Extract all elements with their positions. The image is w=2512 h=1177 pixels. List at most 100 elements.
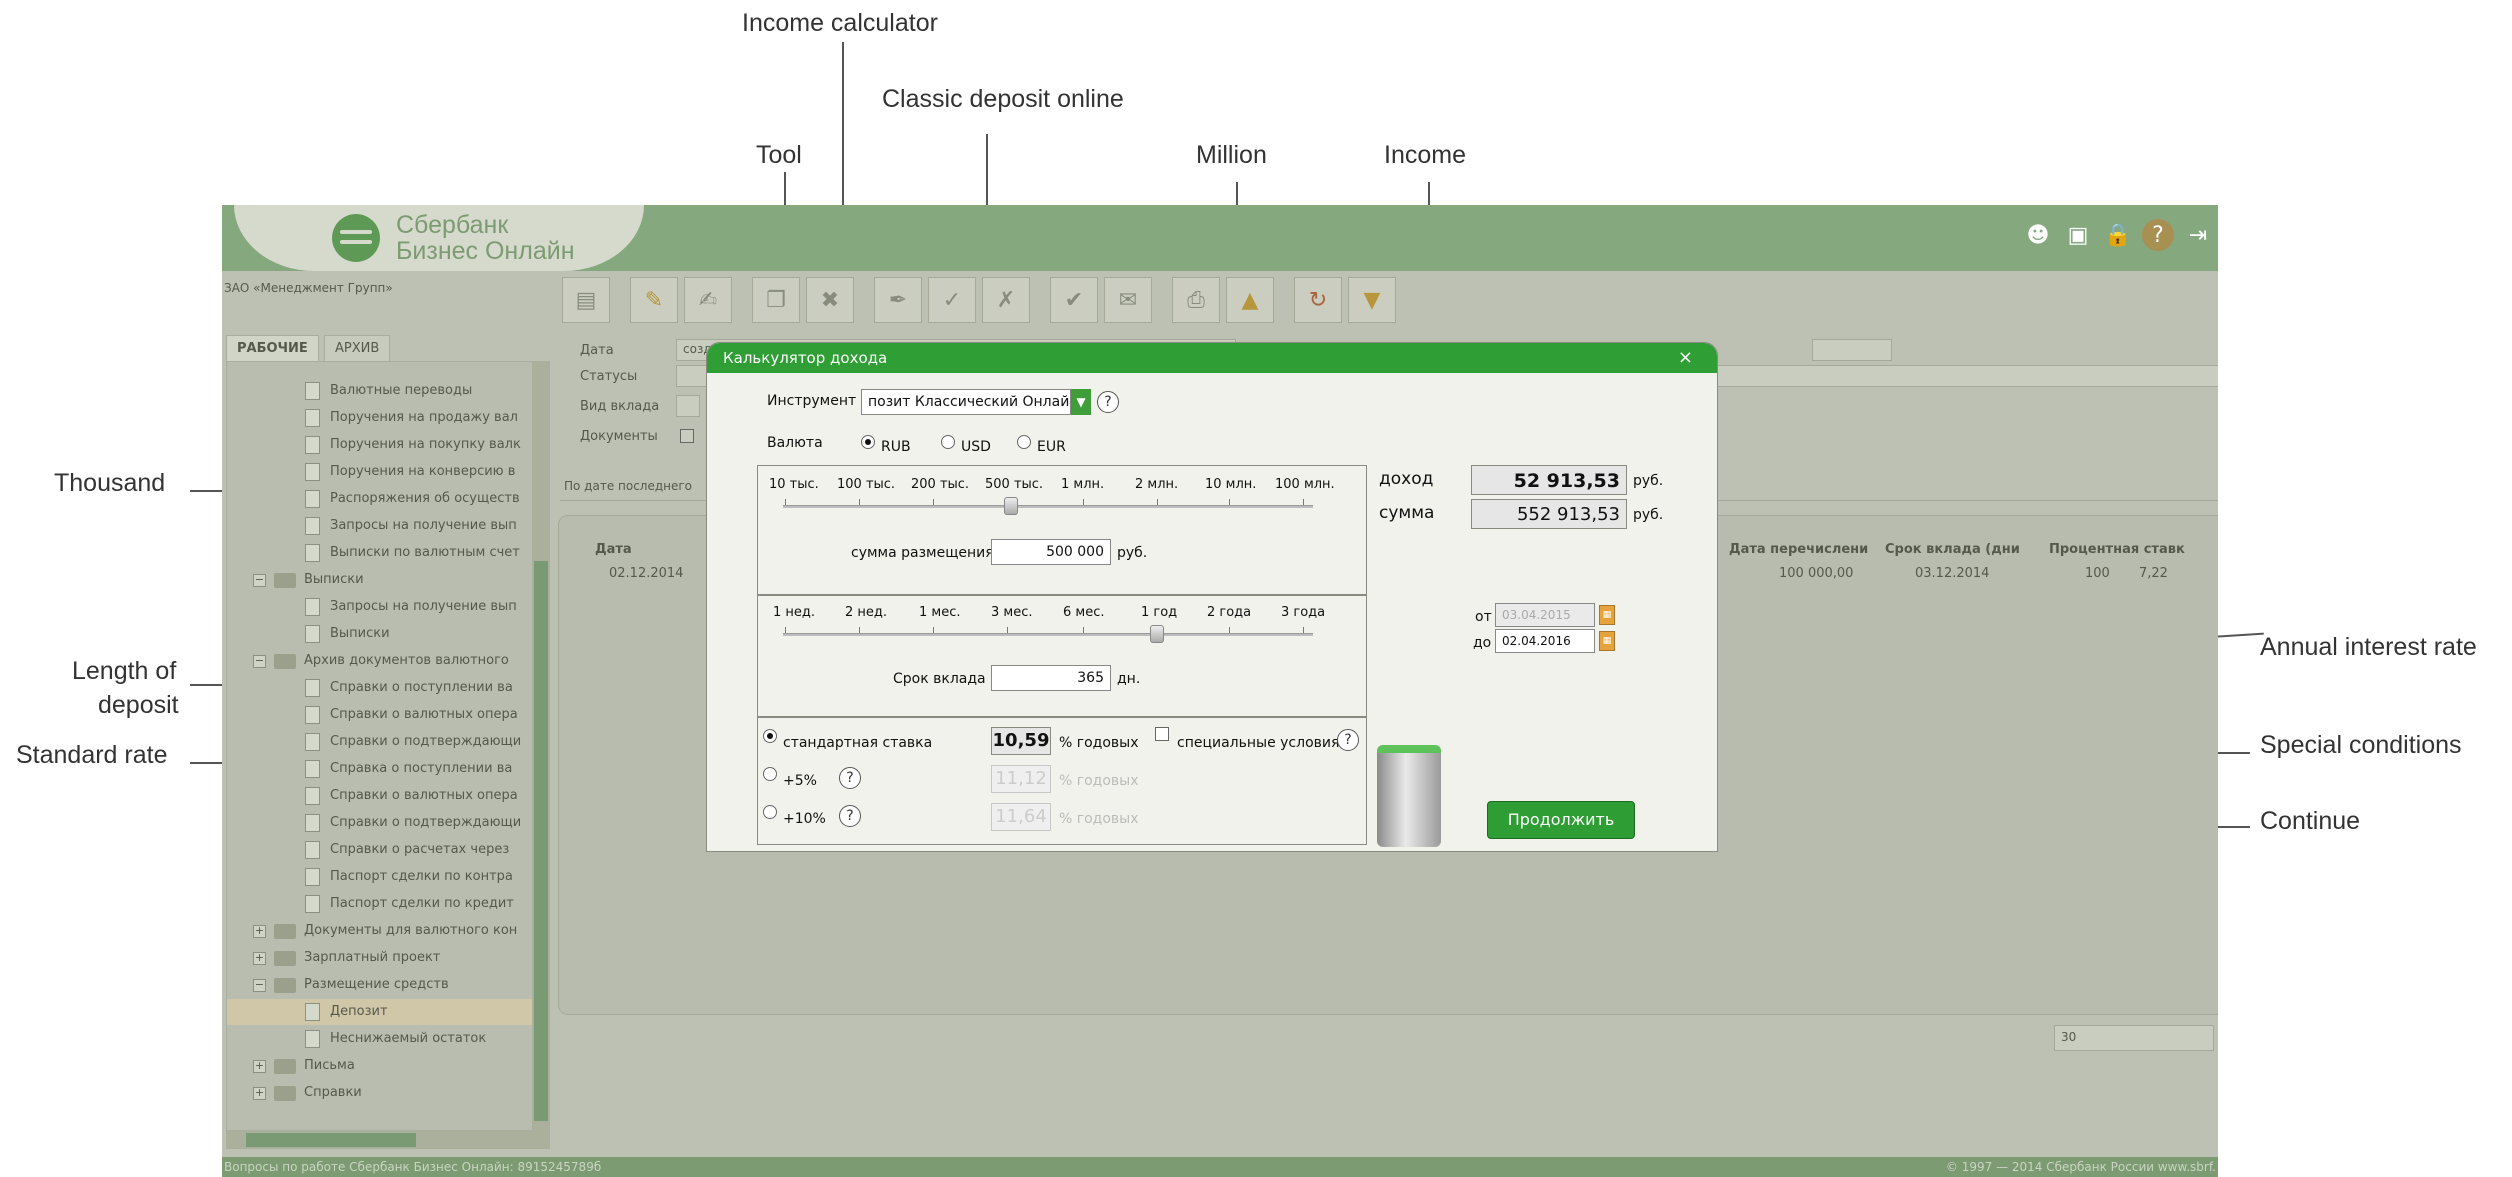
filter-button[interactable]: ▼ (1348, 277, 1396, 323)
export-button[interactable]: ▲ (1226, 277, 1274, 323)
tree-item[interactable]: Справки о подтверждающи (305, 729, 521, 755)
copy-button[interactable]: ❐ (752, 277, 800, 323)
continue-button[interactable]: Продолжить (1487, 801, 1635, 839)
amount-slider-thumb[interactable] (1004, 497, 1018, 515)
tree-folder[interactable]: + Зарплатный проект (253, 945, 440, 971)
term-slider-thumb[interactable] (1150, 625, 1164, 643)
instrument-select[interactable]: позит Классический Онлайн (861, 389, 1071, 415)
sidebar-scrollbar[interactable] (532, 361, 550, 1131)
help-icon[interactable]: ? (2142, 219, 2174, 251)
calendar-icon[interactable]: ▦ (1599, 605, 1615, 625)
amount-tick[interactable]: 100 млн. (1275, 477, 1335, 492)
sign-button[interactable]: ✒ (874, 277, 922, 323)
column-header-term[interactable]: Срок вклада (дни (1885, 542, 2020, 557)
mail-button[interactable]: ✉ (1104, 277, 1152, 323)
term-tick[interactable]: 2 нед. (845, 605, 887, 620)
close-icon[interactable]: × (1678, 343, 1693, 373)
check-sign-button[interactable]: ✓ (928, 277, 976, 323)
tree-item[interactable]: Распоряжения об осуществ (305, 486, 520, 512)
footer-copyright[interactable]: © 1997 — 2014 Сбербанк России www.sbrf. (1946, 1157, 2216, 1177)
special-conditions-checkbox[interactable] (1155, 727, 1169, 741)
collapse-icon[interactable]: − (253, 654, 266, 668)
edit-button[interactable]: ✍ (684, 277, 732, 323)
amount-tick[interactable]: 10 тыс. (769, 477, 819, 492)
term-tick[interactable]: 2 года (1207, 605, 1251, 620)
amount-tick[interactable]: 1 млн. (1061, 477, 1104, 492)
collapse-icon[interactable]: − (253, 978, 266, 992)
tree-folder[interactable]: − Размещение средств (253, 972, 449, 998)
currency-radio-usd[interactable] (941, 435, 955, 449)
tree-folder[interactable]: + Письма (253, 1053, 355, 1079)
tree-item[interactable]: Справки о расчетах через (305, 837, 509, 863)
term-tick[interactable]: 1 нед. (773, 605, 815, 620)
tree-item[interactable]: Запросы на получение вып (305, 513, 517, 539)
tree-item[interactable]: Неснижаемый остаток (305, 1026, 486, 1052)
tab-work[interactable]: РАБОЧИЕ (226, 335, 319, 361)
sidebar-horizontal-scrollbar[interactable] (226, 1131, 550, 1149)
amount-tick[interactable]: 100 тыс. (837, 477, 895, 492)
tree-folder[interactable]: + Документы для валютного кон (253, 918, 517, 944)
tree-item-deposit[interactable]: Депозит (227, 999, 535, 1025)
tree-item[interactable]: Справка о поступлении ва (305, 756, 512, 782)
column-header-date[interactable]: Дата (595, 542, 632, 557)
collapse-icon[interactable]: − (253, 573, 266, 587)
special-conditions-help-icon[interactable]: ? (1337, 729, 1359, 751)
amount-tick[interactable]: 500 тыс. (985, 477, 1043, 492)
expand-icon[interactable]: + (253, 924, 266, 938)
filter-deposit-type-field[interactable] (676, 395, 700, 417)
date-to-input[interactable]: 02.04.2016 (1495, 629, 1595, 653)
term-tick[interactable]: 1 мес. (919, 605, 961, 620)
rate-radio-plus5[interactable] (763, 767, 777, 781)
filter-documents-checkbox[interactable] (680, 429, 694, 443)
filter-date-end[interactable] (1812, 339, 1892, 361)
user-icon[interactable]: ☻ (2022, 219, 2054, 251)
tree-item[interactable]: Паспорт сделки по кредит (305, 891, 514, 917)
term-tick[interactable]: 3 года (1281, 605, 1325, 620)
currency-radio-rub[interactable] (861, 435, 875, 449)
chevron-down-icon[interactable]: ▼ (1071, 389, 1091, 415)
tree-item[interactable]: Паспорт сделки по контра (305, 864, 513, 890)
tree-item[interactable]: Выписки по валютным счет (305, 540, 520, 566)
rate-plus10-help-icon[interactable]: ? (839, 805, 861, 827)
list-view-button[interactable]: ▤ (562, 277, 610, 323)
scrollbar-thumb[interactable] (534, 561, 548, 1121)
amount-input[interactable]: 500 000 (991, 539, 1111, 565)
delete-button[interactable]: ✖ (806, 277, 854, 323)
column-header-transfer-date[interactable]: Дата перечислени (1729, 542, 1868, 557)
amount-tick[interactable]: 200 тыс. (911, 477, 969, 492)
sort-by-date-label[interactable]: По дате последнего (564, 479, 692, 493)
amount-tick[interactable]: 10 млн. (1205, 477, 1256, 492)
lock-icon[interactable]: 🔒 (2102, 219, 2134, 251)
tree-item[interactable]: Поручения на продажу вал (305, 405, 518, 431)
rate-radio-standard[interactable] (763, 729, 777, 743)
tree-item[interactable]: Выписки (305, 621, 390, 647)
tree-item[interactable]: Справки о подтверждающи (305, 810, 521, 836)
tree-folder[interactable]: − Архив документов валютного (253, 648, 509, 674)
send-button[interactable]: ✔ (1050, 277, 1098, 323)
expand-icon[interactable]: + (253, 1086, 266, 1100)
term-input[interactable]: 365 (991, 665, 1111, 691)
logo[interactable]: Сбербанк Бизнес Онлайн (234, 205, 644, 271)
scrollbar-thumb[interactable] (246, 1133, 416, 1147)
rate-plus5-help-icon[interactable]: ? (839, 767, 861, 789)
tree-item[interactable]: Валютные переводы (305, 378, 472, 404)
term-tick[interactable]: 6 мес. (1063, 605, 1105, 620)
tree-item[interactable]: Справки о поступлении ва (305, 675, 513, 701)
new-document-button[interactable]: ✎ (630, 277, 678, 323)
expand-icon[interactable]: + (253, 1059, 266, 1073)
amount-tick[interactable]: 2 млн. (1135, 477, 1178, 492)
calendar-icon[interactable]: ▦ (1599, 631, 1615, 651)
tree-item[interactable]: Поручения на покупку валк (305, 432, 521, 458)
tree-item[interactable]: Поручения на конверсию в (305, 459, 515, 485)
tree-folder[interactable]: − Выписки (253, 567, 364, 593)
column-header-rate[interactable]: Процентная ставк (2049, 542, 2185, 557)
term-slider[interactable] (783, 633, 1313, 636)
tree-folder[interactable]: + Справки (253, 1080, 362, 1106)
tree-item[interactable]: Запросы на получение вып (305, 594, 517, 620)
term-tick[interactable]: 3 мес. (991, 605, 1033, 620)
expand-icon[interactable]: + (253, 951, 266, 965)
date-from-input[interactable]: 03.04.2015 (1495, 603, 1595, 627)
term-tick[interactable]: 1 год (1141, 605, 1177, 620)
tab-archive[interactable]: АРХИВ (324, 335, 391, 361)
currency-radio-eur[interactable] (1017, 435, 1031, 449)
